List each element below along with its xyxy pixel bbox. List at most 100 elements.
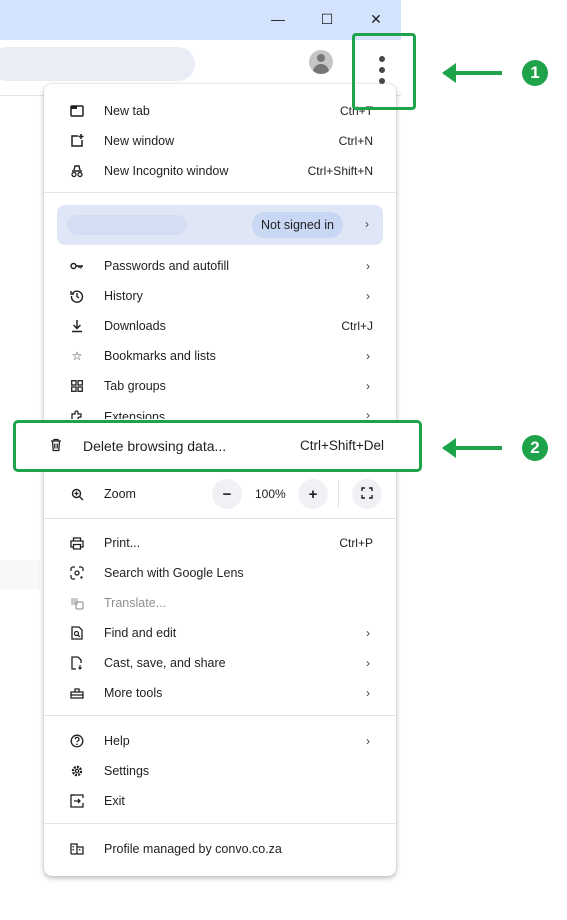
toolbox-icon <box>69 685 85 701</box>
menu-item-label: Find and edit <box>104 626 177 640</box>
shortcut-label: Ctrl+J <box>341 319 373 333</box>
menu-item-label: Cast, save, and share <box>104 656 226 670</box>
menu-item-more-tools[interactable]: More tools › <box>44 678 396 708</box>
chevron-right-icon: › <box>366 686 370 700</box>
menu-item-label: Search with Google Lens <box>104 566 244 580</box>
kebab-dot <box>379 67 385 73</box>
chevron-right-icon: › <box>366 289 370 303</box>
chevron-right-icon: › <box>366 379 370 393</box>
zoom-row: Zoom − 100% + <box>44 479 396 509</box>
cast-icon <box>69 655 85 671</box>
lens-icon <box>69 565 85 581</box>
page-background <box>0 560 40 590</box>
menu-item-history[interactable]: History › <box>44 281 396 311</box>
chevron-right-icon: › <box>366 734 370 748</box>
chevron-right-icon: › <box>366 408 370 419</box>
zoom-icon <box>69 486 85 502</box>
zoom-in-button[interactable]: + <box>298 479 328 509</box>
extensions-icon <box>69 409 85 419</box>
profile-avatar[interactable] <box>309 50 333 74</box>
zoom-label: Zoom <box>104 487 136 501</box>
close-icon: ✕ <box>370 10 382 27</box>
minimize-button[interactable]: — <box>266 8 290 30</box>
maximize-icon: ☐ <box>320 10 334 27</box>
menu-item-google-lens[interactable]: Search with Google Lens <box>44 558 396 588</box>
menu-item-label: Tab groups <box>104 379 166 393</box>
trash-icon <box>48 437 64 453</box>
menu-button-highlight <box>352 33 416 110</box>
menu-item-label: Print... <box>104 536 141 550</box>
menu-item-translate[interactable]: Translate... <box>44 588 396 618</box>
menu-item-passwords[interactable]: Passwords and autofill › <box>44 251 396 281</box>
menu-item-label: Extensions <box>104 410 166 419</box>
settings-icon <box>69 763 85 779</box>
menu-item-label: Help <box>104 734 130 748</box>
callout-arrow-1 <box>442 63 502 83</box>
shortcut-label: Ctrl+N <box>338 134 373 148</box>
fullscreen-icon <box>361 486 373 503</box>
menu-item-bookmarks[interactable]: ☆ Bookmarks and lists › <box>44 341 396 371</box>
menu-item-find-edit[interactable]: Find and edit › <box>44 618 396 648</box>
incognito-icon <box>69 163 85 179</box>
shortcut-label: Ctrl+Shift+N <box>307 164 373 178</box>
menu-item-label: Bookmarks and lists <box>104 349 216 363</box>
menu-item-label: Passwords and autofill <box>104 259 230 273</box>
zoom-level: 100% <box>255 487 286 501</box>
menu-item-new-incognito[interactable]: New Incognito window Ctrl+Shift+N <box>44 156 396 186</box>
chevron-right-icon: › <box>366 626 370 640</box>
history-icon <box>69 288 85 304</box>
menu-item-label: Exit <box>104 794 125 808</box>
menu-item-new-tab[interactable]: New tab Ctrl+T <box>44 96 396 126</box>
exit-icon <box>69 793 85 809</box>
profile-name-blurred <box>67 215 187 235</box>
step-badge-1: 1 <box>522 60 548 86</box>
help-icon <box>69 733 85 749</box>
close-button[interactable]: ✕ <box>364 8 388 30</box>
maximize-button[interactable]: ☐ <box>315 8 339 30</box>
menu-item-label: Translate... <box>104 596 167 610</box>
key-icon <box>69 258 85 274</box>
zoom-divider <box>338 480 339 508</box>
star-icon: ☆ <box>71 349 83 363</box>
menu-divider <box>44 518 396 519</box>
menu-item-cast-save-share[interactable]: Cast, save, and share › <box>44 648 396 678</box>
chevron-right-icon: › <box>365 217 369 231</box>
step-badge-2: 2 <box>522 435 548 461</box>
minimize-icon: — <box>271 11 285 27</box>
menu-item-label: Delete browsing data... <box>83 438 227 454</box>
menu-item-label: New window <box>104 134 175 148</box>
menu-divider <box>44 823 396 824</box>
new-tab-icon <box>69 103 85 119</box>
menu-item-exit[interactable]: Exit <box>44 786 396 816</box>
menu-divider <box>44 715 396 716</box>
menu-item-tab-groups[interactable]: Tab groups › <box>44 371 396 401</box>
menu-item-settings[interactable]: Settings <box>44 756 396 786</box>
fullscreen-button[interactable] <box>352 479 382 509</box>
chevron-right-icon: › <box>366 656 370 670</box>
menu-item-print[interactable]: Print... Ctrl+P <box>44 528 396 558</box>
download-icon <box>69 318 85 334</box>
menu-item-label: New tab <box>104 104 150 118</box>
menu-item-label: Downloads <box>104 319 166 333</box>
menu-item-extensions[interactable]: Extensions › <box>44 401 396 419</box>
profile-row[interactable]: Not signed in › <box>57 205 383 245</box>
menu-item-new-window[interactable]: New window Ctrl+N <box>44 126 396 156</box>
zoom-out-button[interactable]: − <box>212 479 242 509</box>
menu-item-downloads[interactable]: Downloads Ctrl+J <box>44 311 396 341</box>
building-icon <box>69 841 85 857</box>
callout-arrow-2 <box>442 438 502 458</box>
managed-profile-row[interactable]: Profile managed by convo.co.za <box>44 834 396 864</box>
menu-item-label: Profile managed by convo.co.za <box>104 842 282 856</box>
address-bar[interactable] <box>0 47 195 81</box>
kebab-dot <box>379 78 385 84</box>
chrome-main-menu: New tab Ctrl+T New window Ctrl+N New Inc… <box>44 84 396 876</box>
menu-divider <box>44 192 396 193</box>
tab-groups-icon <box>69 378 85 394</box>
new-window-icon <box>69 133 85 149</box>
chevron-right-icon: › <box>366 349 370 363</box>
menu-item-delete-browsing-data[interactable]: Delete browsing data... Ctrl+Shift+Del <box>13 420 422 472</box>
menu-item-help[interactable]: Help › <box>44 726 396 756</box>
kebab-dot <box>379 56 385 62</box>
more-menu-button[interactable] <box>377 56 387 86</box>
menu-item-label: More tools <box>104 686 163 700</box>
